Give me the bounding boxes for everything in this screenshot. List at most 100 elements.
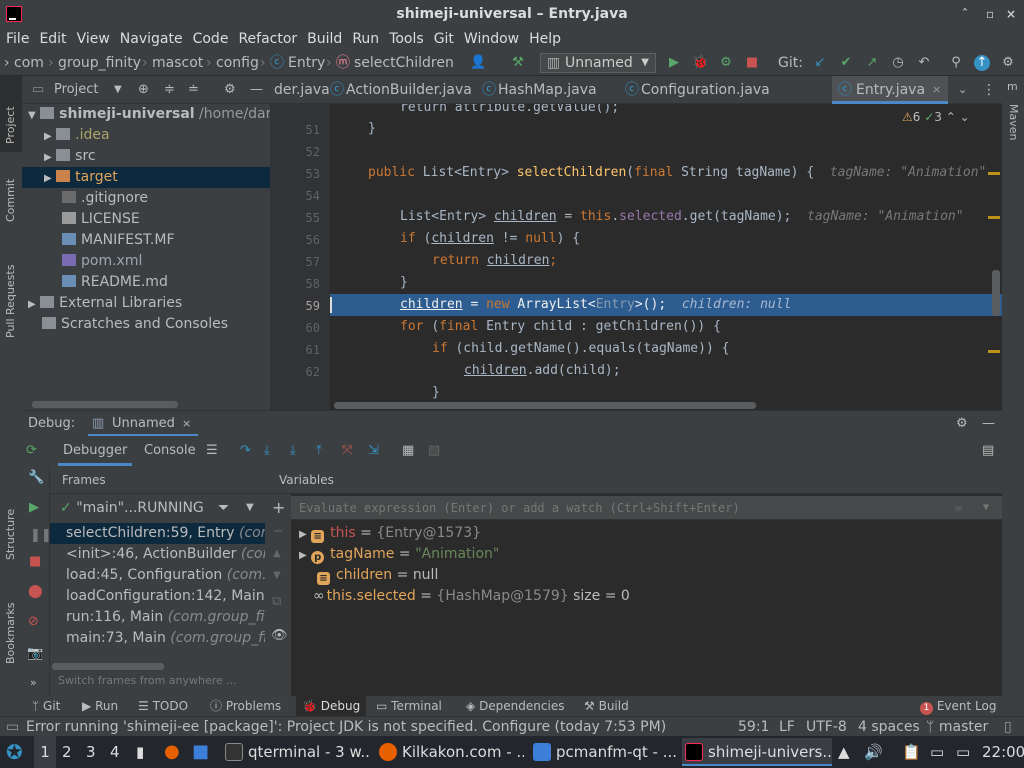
history-icon[interactable]: ◷ [890, 55, 906, 71]
network-icon[interactable]: ▭ [956, 736, 970, 768]
tree-item-target[interactable]: ▶ target [22, 167, 270, 188]
breadcrumb-config[interactable]: config [216, 50, 259, 76]
tab-console[interactable]: Console [144, 436, 196, 466]
tool-window-project[interactable]: Project [4, 106, 17, 144]
frame-item[interactable]: selectChildren:59, Entry (com.g [50, 523, 265, 544]
menu-window[interactable]: Window [464, 31, 519, 47]
close-button[interactable]: × [1006, 0, 1016, 28]
rerun-icon[interactable]: ⟳ [26, 436, 37, 466]
chevron-down-icon[interactable]: ⌄ [958, 76, 967, 104]
workspace-2[interactable]: 2 [62, 736, 72, 768]
collapse-all-icon[interactable]: ≑ [164, 76, 175, 104]
frame-item[interactable]: run:116, Main (com.group_finit [50, 607, 265, 628]
git-update-icon[interactable]: ↙ [812, 55, 828, 71]
pause-icon[interactable]: ❚❚ [30, 528, 52, 543]
tab-debugger[interactable]: Debugger [63, 436, 127, 466]
frame-item[interactable]: load:45, Configuration (com.gr [50, 565, 265, 586]
stop-icon[interactable]: ■ [744, 55, 760, 71]
evaluate-expression-input[interactable]: Evaluate expression (Enter) or add a wat… [291, 496, 1002, 520]
evaluate-expression-icon[interactable]: ▦ [402, 436, 414, 466]
tab-builder[interactable]: der.java [274, 76, 330, 104]
run-configuration-select[interactable]: ▥ Unnamed ▼ [540, 53, 656, 73]
tray-scroll-icon[interactable]: ▲ [838, 736, 850, 768]
menu-refactor[interactable]: Refactor [238, 31, 297, 47]
close-icon[interactable]: × [932, 76, 941, 104]
stop-icon[interactable]: ■ [29, 554, 41, 569]
coverage-icon[interactable]: ⚙ [718, 55, 734, 71]
tree-item-gitignore[interactable]: .gitignore [22, 188, 270, 209]
tool-terminal[interactable]: ▭ Terminal [376, 696, 442, 716]
tab-hashmap[interactable]: HashMap.java [498, 76, 597, 104]
indent-setting[interactable]: 4 spaces [858, 717, 920, 737]
user-icon[interactable]: 👤 [470, 55, 486, 71]
quicklaunch-terminal-icon[interactable]: ▮ [136, 736, 144, 768]
menu-run[interactable]: Run [352, 31, 379, 47]
step-over-icon[interactable]: ⤓ [264, 436, 270, 466]
glasses-icon[interactable]: ∞ [955, 496, 962, 520]
variable-row[interactable]: ∞ this.selected = {HashMap@1579} size = 0 [313, 586, 630, 607]
tool-problems[interactable]: ⓘ Problems [210, 696, 281, 716]
editor-horizontal-scrollbar[interactable] [334, 402, 756, 409]
tree-item-pom[interactable]: pom.xml [22, 251, 270, 272]
camera-icon[interactable]: 📷 [27, 646, 43, 661]
menu-file[interactable]: File [6, 31, 29, 47]
menu-navigate[interactable]: Navigate [120, 31, 183, 47]
git-branch[interactable]: ᛘ master [926, 717, 988, 737]
quicklaunch-firefox-icon[interactable]: ● [164, 736, 180, 768]
display-icon[interactable]: ▭ [930, 736, 944, 768]
workspace-4[interactable]: 4 [110, 736, 120, 768]
breadcrumb-entry[interactable]: Entry [288, 50, 325, 76]
file-encoding[interactable]: UTF-8 [806, 717, 847, 737]
tool-window-structure[interactable]: Structure [4, 509, 17, 560]
tool-run[interactable]: ▶ Run [82, 696, 118, 716]
copy-icon[interactable]: ⧉ [272, 594, 281, 609]
tree-item-root[interactable]: ▼ shimeji-universal /home/dartz [22, 104, 284, 125]
tool-todo[interactable]: ☰ TODO [138, 696, 188, 716]
variable-row[interactable]: ≡ children = null [317, 565, 438, 586]
menu-edit[interactable]: Edit [39, 31, 66, 47]
view-breakpoints-icon[interactable]: ⬤ [28, 584, 43, 599]
more-options-icon[interactable]: ⋮ [982, 76, 996, 104]
menu-code[interactable]: Code [193, 31, 229, 47]
layout-menu-icon[interactable]: ☰ [206, 436, 218, 466]
error-stripe-mark[interactable] [988, 216, 1000, 219]
frame-item[interactable]: <init>:46, ActionBuilder (com. [50, 544, 265, 565]
tool-dependencies[interactable]: ◈ Dependencies [466, 696, 564, 716]
tool-build[interactable]: ⚒ Build [584, 696, 629, 716]
frames-scrollbar[interactable] [52, 663, 164, 670]
remove-watch-icon[interactable]: − [273, 524, 284, 539]
step-out-icon[interactable]: ⤒ [316, 436, 322, 466]
taskbar-app-firefox[interactable]: Kilkakon.com - ... [376, 738, 524, 766]
variable-row[interactable]: ▶ p tagName = "Animation" [299, 544, 499, 565]
add-watch-icon[interactable]: + [272, 498, 285, 517]
expand-all-icon[interactable]: ≐ [188, 76, 199, 104]
move-up-icon[interactable]: ▲ [273, 548, 281, 559]
error-stripe-mark[interactable] [988, 172, 1000, 175]
code-editor[interactable]: return attribute.getValue(); 51 } 52 53 … [270, 104, 1002, 410]
build-hammer-icon[interactable]: ⚒ [510, 55, 526, 71]
volume-icon[interactable]: 🔊 [864, 736, 883, 768]
breadcrumb-mascot[interactable]: mascot [152, 50, 203, 76]
breadcrumb-select-children[interactable]: selectChildren [354, 50, 454, 76]
taskbar-app-pcmanfm[interactable]: pcmanfm-qt - ... [530, 738, 678, 766]
workspace-1[interactable]: 1 [34, 736, 56, 768]
locate-file-icon[interactable]: ⊕ [138, 76, 149, 104]
status-toggle-icon[interactable]: ▭ [6, 717, 19, 737]
vertical-scrollbar[interactable] [992, 270, 1000, 316]
tool-debug[interactable]: 🐞 Debug [296, 696, 367, 716]
tool-event-log[interactable]: 1 Event Log [920, 696, 996, 716]
tab-configuration[interactable]: Configuration.java [641, 76, 770, 104]
maximize-button[interactable]: ˆ [962, 0, 968, 28]
settings-gear-icon[interactable]: ⚙ [224, 76, 236, 104]
search-icon[interactable]: ⚲ [948, 55, 964, 71]
hide-panel-icon[interactable]: — [250, 76, 263, 104]
taskbar-app-intellij[interactable]: shimeji-univers... [682, 738, 832, 766]
breadcrumb-group-finity[interactable]: group_finity [58, 50, 141, 76]
tool-window-maven[interactable]: Maven [1007, 104, 1020, 140]
inspection-widget[interactable]: ⚠6 ✓3 ⌃ ⌄ [902, 110, 970, 124]
tree-item-external-libraries[interactable]: ▶ External Libraries [22, 293, 270, 314]
run-icon[interactable]: ▶ [666, 55, 682, 71]
tab-entry-active[interactable]: ⓒ Entry.java × [832, 76, 948, 104]
tree-item-idea[interactable]: ▶ .idea [22, 125, 270, 146]
resume-icon[interactable]: ▶ [29, 500, 39, 515]
